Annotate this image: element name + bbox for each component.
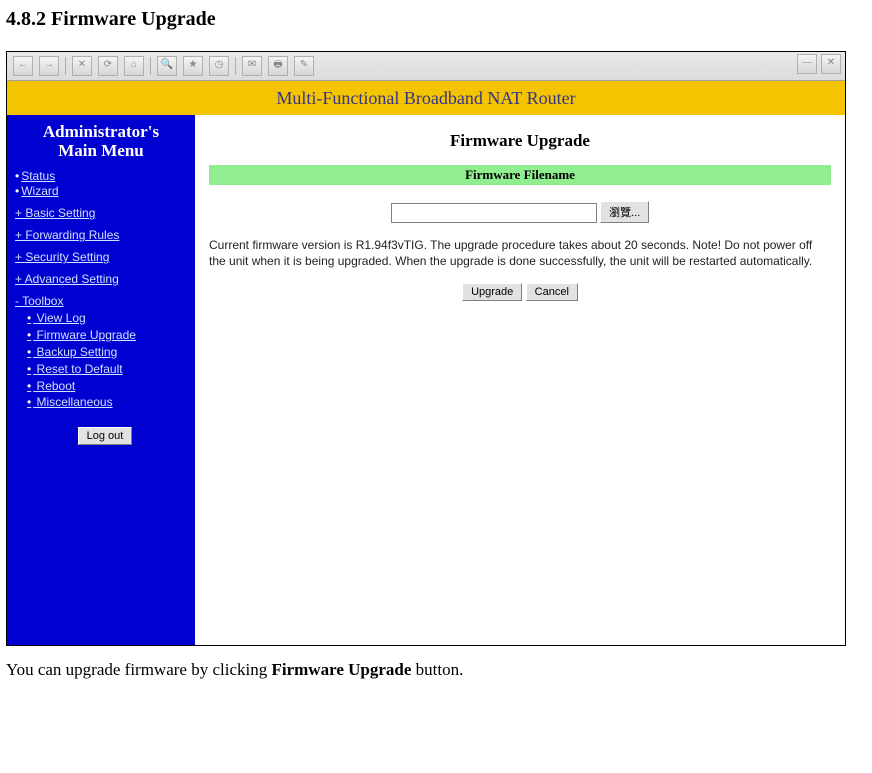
section-bar-firmware-filename: Firmware Filename: [209, 165, 831, 185]
menu-status[interactable]: Status: [21, 169, 55, 183]
mail-icon[interactable]: ✉: [242, 56, 262, 76]
file-row: 瀏覽...: [209, 201, 831, 223]
bullet-icon: •: [27, 362, 31, 376]
back-icon[interactable]: ←: [13, 56, 33, 76]
edit-icon[interactable]: ✎: [294, 56, 314, 76]
refresh-icon[interactable]: ⟳: [98, 56, 118, 76]
banner-title: Multi-Functional Broadband NAT Router: [276, 88, 575, 109]
history-icon[interactable]: ◷: [209, 56, 229, 76]
footer-pre: You can upgrade firmware by clicking: [6, 660, 271, 679]
page-title: Firmware Upgrade: [209, 131, 831, 151]
minimize-icon[interactable]: —: [797, 54, 817, 74]
menu-firmware-upgrade[interactable]: Firmware Upgrade: [37, 327, 136, 344]
router-admin-screenshot: ← → ✕ ⟳ ⌂ 🔍 ★ ◷ ✉ 🖶 ✎ — ✕ Multi-Function…: [6, 51, 846, 646]
sidebar-title-line1: Administrator's: [43, 122, 159, 141]
forward-icon[interactable]: →: [39, 56, 59, 76]
menu-basic-setting[interactable]: + Basic Setting: [15, 206, 95, 220]
footer-post: button.: [411, 660, 463, 679]
sidebar: Administrator's Main Menu •Status •Wizar…: [7, 115, 195, 645]
menu-reboot[interactable]: Reboot: [37, 378, 76, 395]
favorites-icon[interactable]: ★: [183, 56, 203, 76]
body-area: Administrator's Main Menu •Status •Wizar…: [7, 115, 845, 645]
search-icon[interactable]: 🔍: [157, 56, 177, 76]
bullet-icon: •: [27, 328, 31, 342]
stop-icon[interactable]: ✕: [72, 56, 92, 76]
footer-bold: Firmware Upgrade: [271, 660, 411, 679]
bullet-icon: •: [27, 311, 31, 325]
upgrade-button[interactable]: Upgrade: [462, 283, 522, 301]
sidebar-title: Administrator's Main Menu: [7, 119, 195, 168]
menu-security-setting[interactable]: + Security Setting: [15, 250, 109, 264]
menu-view-log[interactable]: View Log: [37, 310, 86, 327]
menu-wizard[interactable]: Wizard: [21, 184, 58, 198]
doc-footer-text: You can upgrade firmware by clicking Fir…: [0, 660, 872, 692]
menu-advanced-setting[interactable]: + Advanced Setting: [15, 272, 119, 286]
browse-button[interactable]: 瀏覽...: [600, 201, 649, 223]
home-icon[interactable]: ⌂: [124, 56, 144, 76]
bullet-icon: •: [15, 169, 19, 183]
sidebar-menu: •Status •Wizard + Basic Setting + Forwar…: [7, 169, 195, 445]
router-banner: Multi-Functional Broadband NAT Router: [7, 81, 845, 115]
firmware-file-input[interactable]: [391, 203, 597, 223]
cancel-button[interactable]: Cancel: [526, 283, 578, 301]
print-icon[interactable]: 🖶: [268, 56, 288, 76]
bullet-icon: •: [27, 395, 31, 409]
main-panel: Firmware Upgrade Firmware Filename 瀏覽...…: [195, 115, 845, 645]
firmware-info-text: Current firmware version is R1.94f3vTIG.…: [209, 237, 831, 269]
menu-forwarding-rules[interactable]: + Forwarding Rules: [15, 228, 119, 242]
close-icon[interactable]: ✕: [821, 54, 841, 74]
browser-toolbar: ← → ✕ ⟳ ⌂ 🔍 ★ ◷ ✉ 🖶 ✎ — ✕: [7, 52, 845, 81]
menu-reset-default[interactable]: Reset to Default: [37, 361, 123, 378]
doc-section-heading: 4.8.2 Firmware Upgrade: [0, 0, 872, 51]
menu-backup-setting[interactable]: Backup Setting: [37, 344, 118, 361]
sidebar-title-line2: Main Menu: [58, 141, 143, 160]
toolbar-separator: [150, 57, 151, 75]
toolbar-separator: [65, 57, 66, 75]
bullet-icon: •: [27, 379, 31, 393]
logout-button[interactable]: Log out: [78, 427, 133, 445]
menu-miscellaneous[interactable]: Miscellaneous: [37, 394, 113, 411]
bullet-icon: •: [15, 184, 19, 198]
toolbar-separator: [235, 57, 236, 75]
menu-toolbox[interactable]: - Toolbox: [15, 294, 63, 308]
bullet-icon: •: [27, 345, 31, 359]
